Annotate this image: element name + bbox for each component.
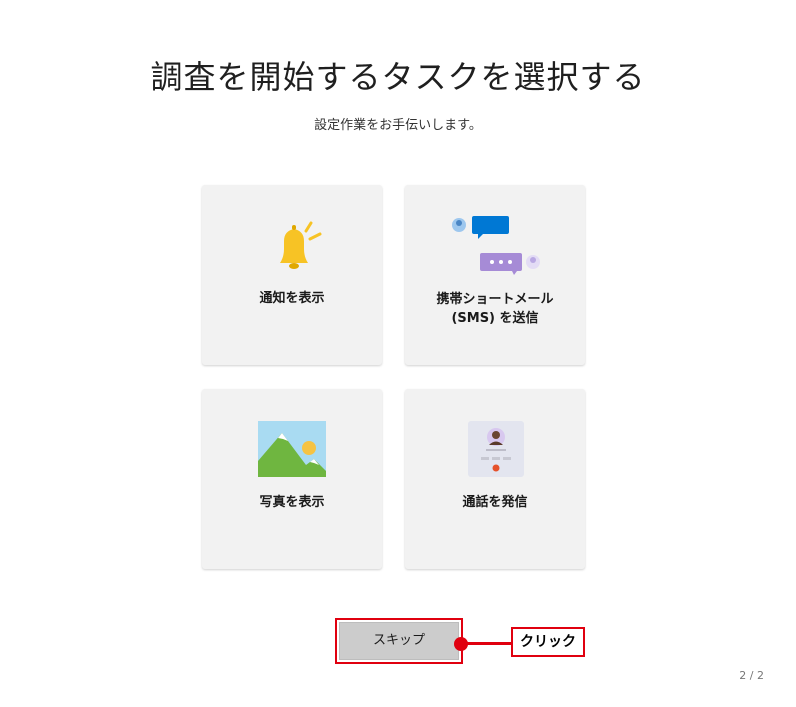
skip-button[interactable]: スキップ [339, 622, 459, 660]
task-card-send-sms[interactable]: 携帯ショートメール (SMS) を送信 [405, 185, 585, 365]
task-card-show-notifications[interactable]: 通知を表示 [202, 185, 382, 365]
phone-dialer-icon [468, 421, 524, 477]
bell-icon [280, 221, 322, 269]
click-callout: クリック [511, 627, 585, 657]
page-title: 調査を開始するタスクを選択する [150, 58, 646, 96]
page-subtitle: 設定作業をお手伝いします。 [314, 118, 482, 133]
task-card-view-photos[interactable]: 写真を表示 [202, 389, 382, 569]
mountain-photo-icon [258, 421, 326, 477]
task-label: 通知を表示 [259, 291, 325, 306]
task-label: 写真を表示 [259, 495, 325, 510]
callout-connector [464, 642, 512, 645]
task-label: 携帯ショートメール (SMS) を送信 [436, 292, 554, 326]
chat-bubbles-icon [452, 216, 540, 275]
task-label: 通話を発信 [462, 495, 528, 510]
callout-dot [454, 637, 468, 651]
page-indicator: 2 / 2 [739, 669, 764, 682]
task-card-make-call[interactable]: 通話を発信 [405, 389, 585, 569]
